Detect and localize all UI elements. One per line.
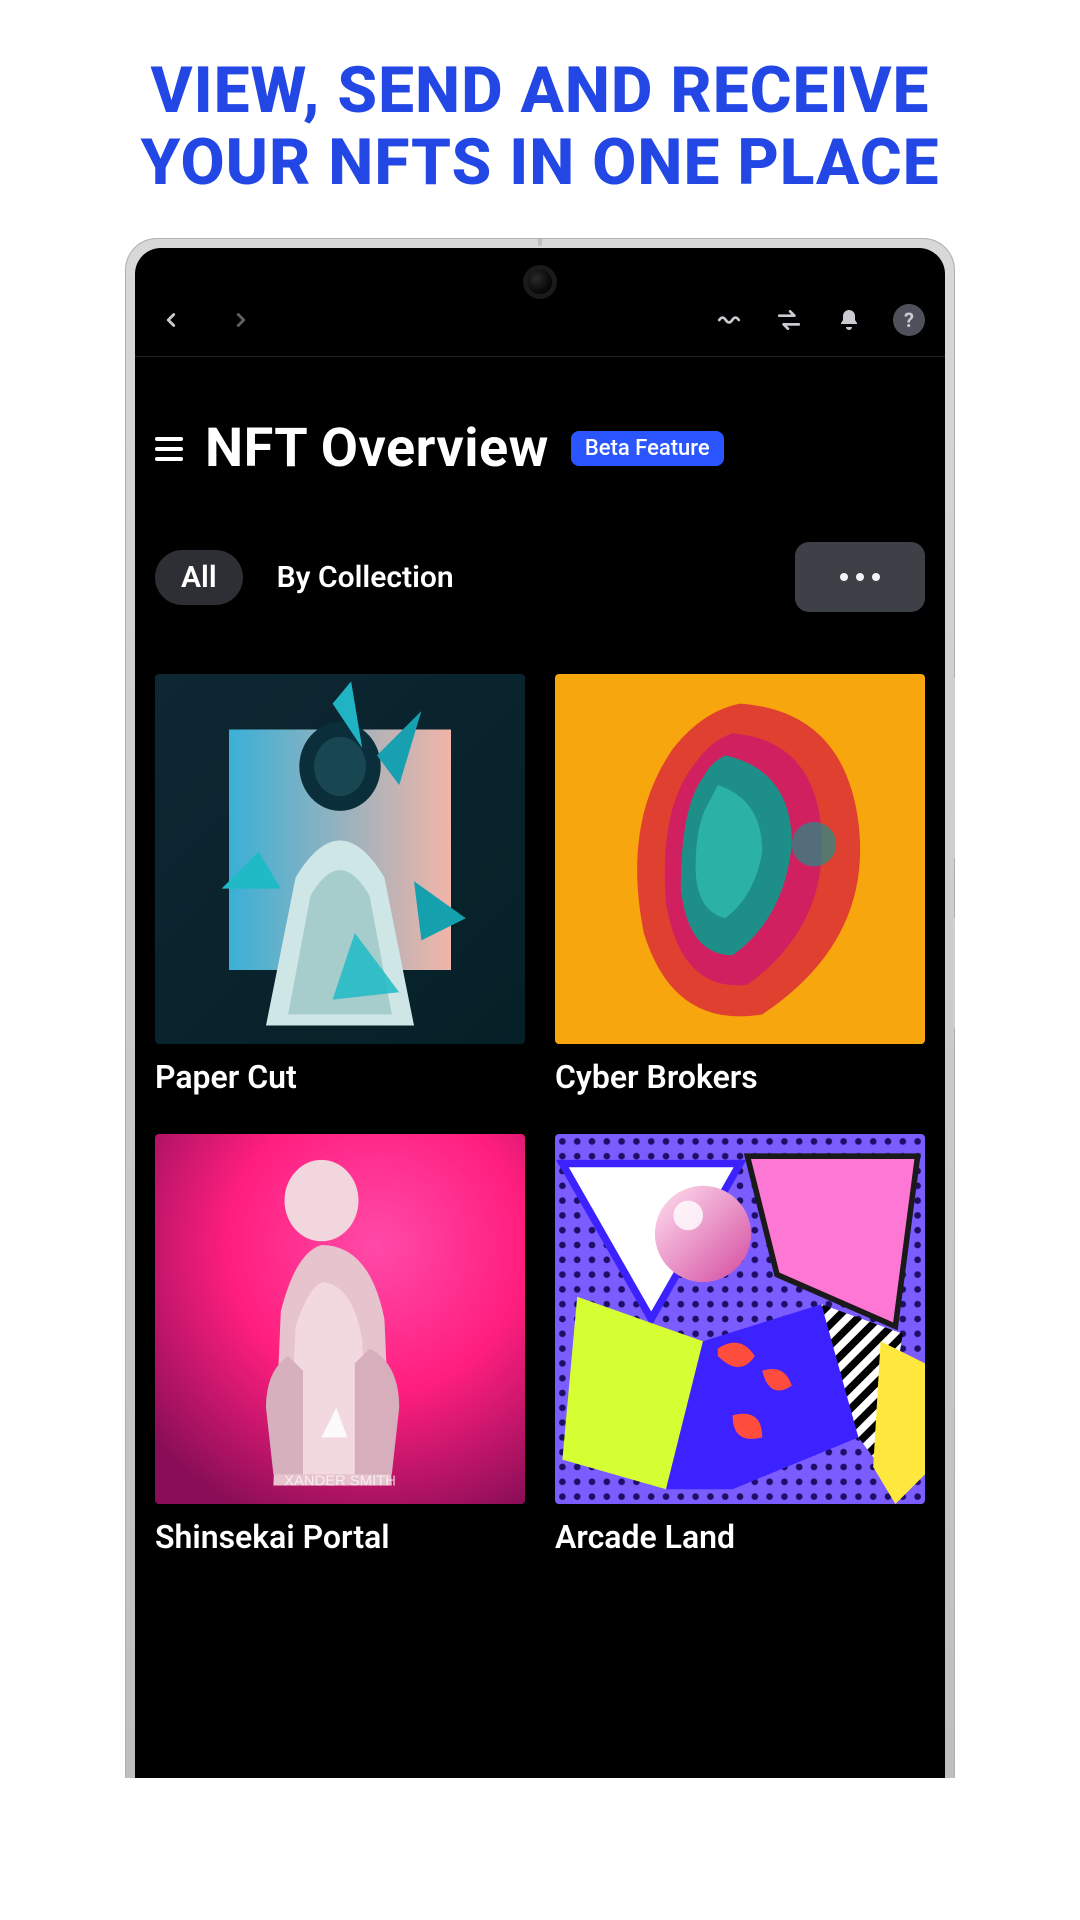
beta-badge: Beta Feature bbox=[571, 431, 724, 466]
nft-thumbnail bbox=[555, 674, 925, 1044]
help-icon[interactable]: ? bbox=[893, 304, 925, 336]
more-options-button[interactable] bbox=[795, 542, 925, 612]
nft-card[interactable]: Arcade Land bbox=[555, 1134, 925, 1556]
svg-text:XANDER SMITH: XANDER SMITH bbox=[284, 1474, 396, 1490]
phone-side-button bbox=[953, 918, 955, 1028]
nft-title: Paper Cut bbox=[155, 1058, 525, 1096]
bell-icon[interactable] bbox=[833, 304, 865, 336]
nft-grid: Paper Cut Cyber Brokers bbox=[155, 674, 925, 1556]
page-title: NFT Overview bbox=[205, 417, 549, 480]
forward-icon[interactable] bbox=[225, 304, 257, 336]
back-icon[interactable] bbox=[155, 304, 187, 336]
filter-tab-by-collection[interactable]: By Collection bbox=[277, 560, 454, 595]
filter-tab-all[interactable]: All bbox=[155, 550, 243, 605]
nft-thumbnail: XANDER SMITH bbox=[155, 1134, 525, 1504]
nft-thumbnail bbox=[155, 674, 525, 1044]
nft-title: Cyber Brokers bbox=[555, 1058, 925, 1096]
nft-card[interactable]: XANDER SMITH Shinsekai Portal bbox=[155, 1134, 525, 1556]
nft-title: Shinsekai Portal bbox=[155, 1518, 525, 1556]
phone-side-button bbox=[953, 678, 955, 858]
nft-thumbnail bbox=[555, 1134, 925, 1504]
nft-title: Arcade Land bbox=[555, 1518, 925, 1556]
phone-notch-indicator bbox=[538, 239, 542, 246]
swap-icon[interactable] bbox=[773, 304, 805, 336]
menu-icon[interactable] bbox=[155, 437, 183, 461]
nft-card[interactable]: Cyber Brokers bbox=[555, 674, 925, 1096]
top-nav-bar: ? bbox=[135, 304, 945, 357]
phone-frame: ? NFT Overview Beta Feature All By Colle… bbox=[125, 238, 955, 1778]
phone-camera bbox=[528, 270, 552, 294]
nft-card[interactable]: Paper Cut bbox=[155, 674, 525, 1096]
hero-headline: VIEW, SEND AND RECEIVE YOUR NFTS IN ONE … bbox=[0, 0, 1080, 238]
waves-icon[interactable] bbox=[713, 304, 745, 336]
page-header: NFT Overview Beta Feature bbox=[155, 417, 925, 480]
